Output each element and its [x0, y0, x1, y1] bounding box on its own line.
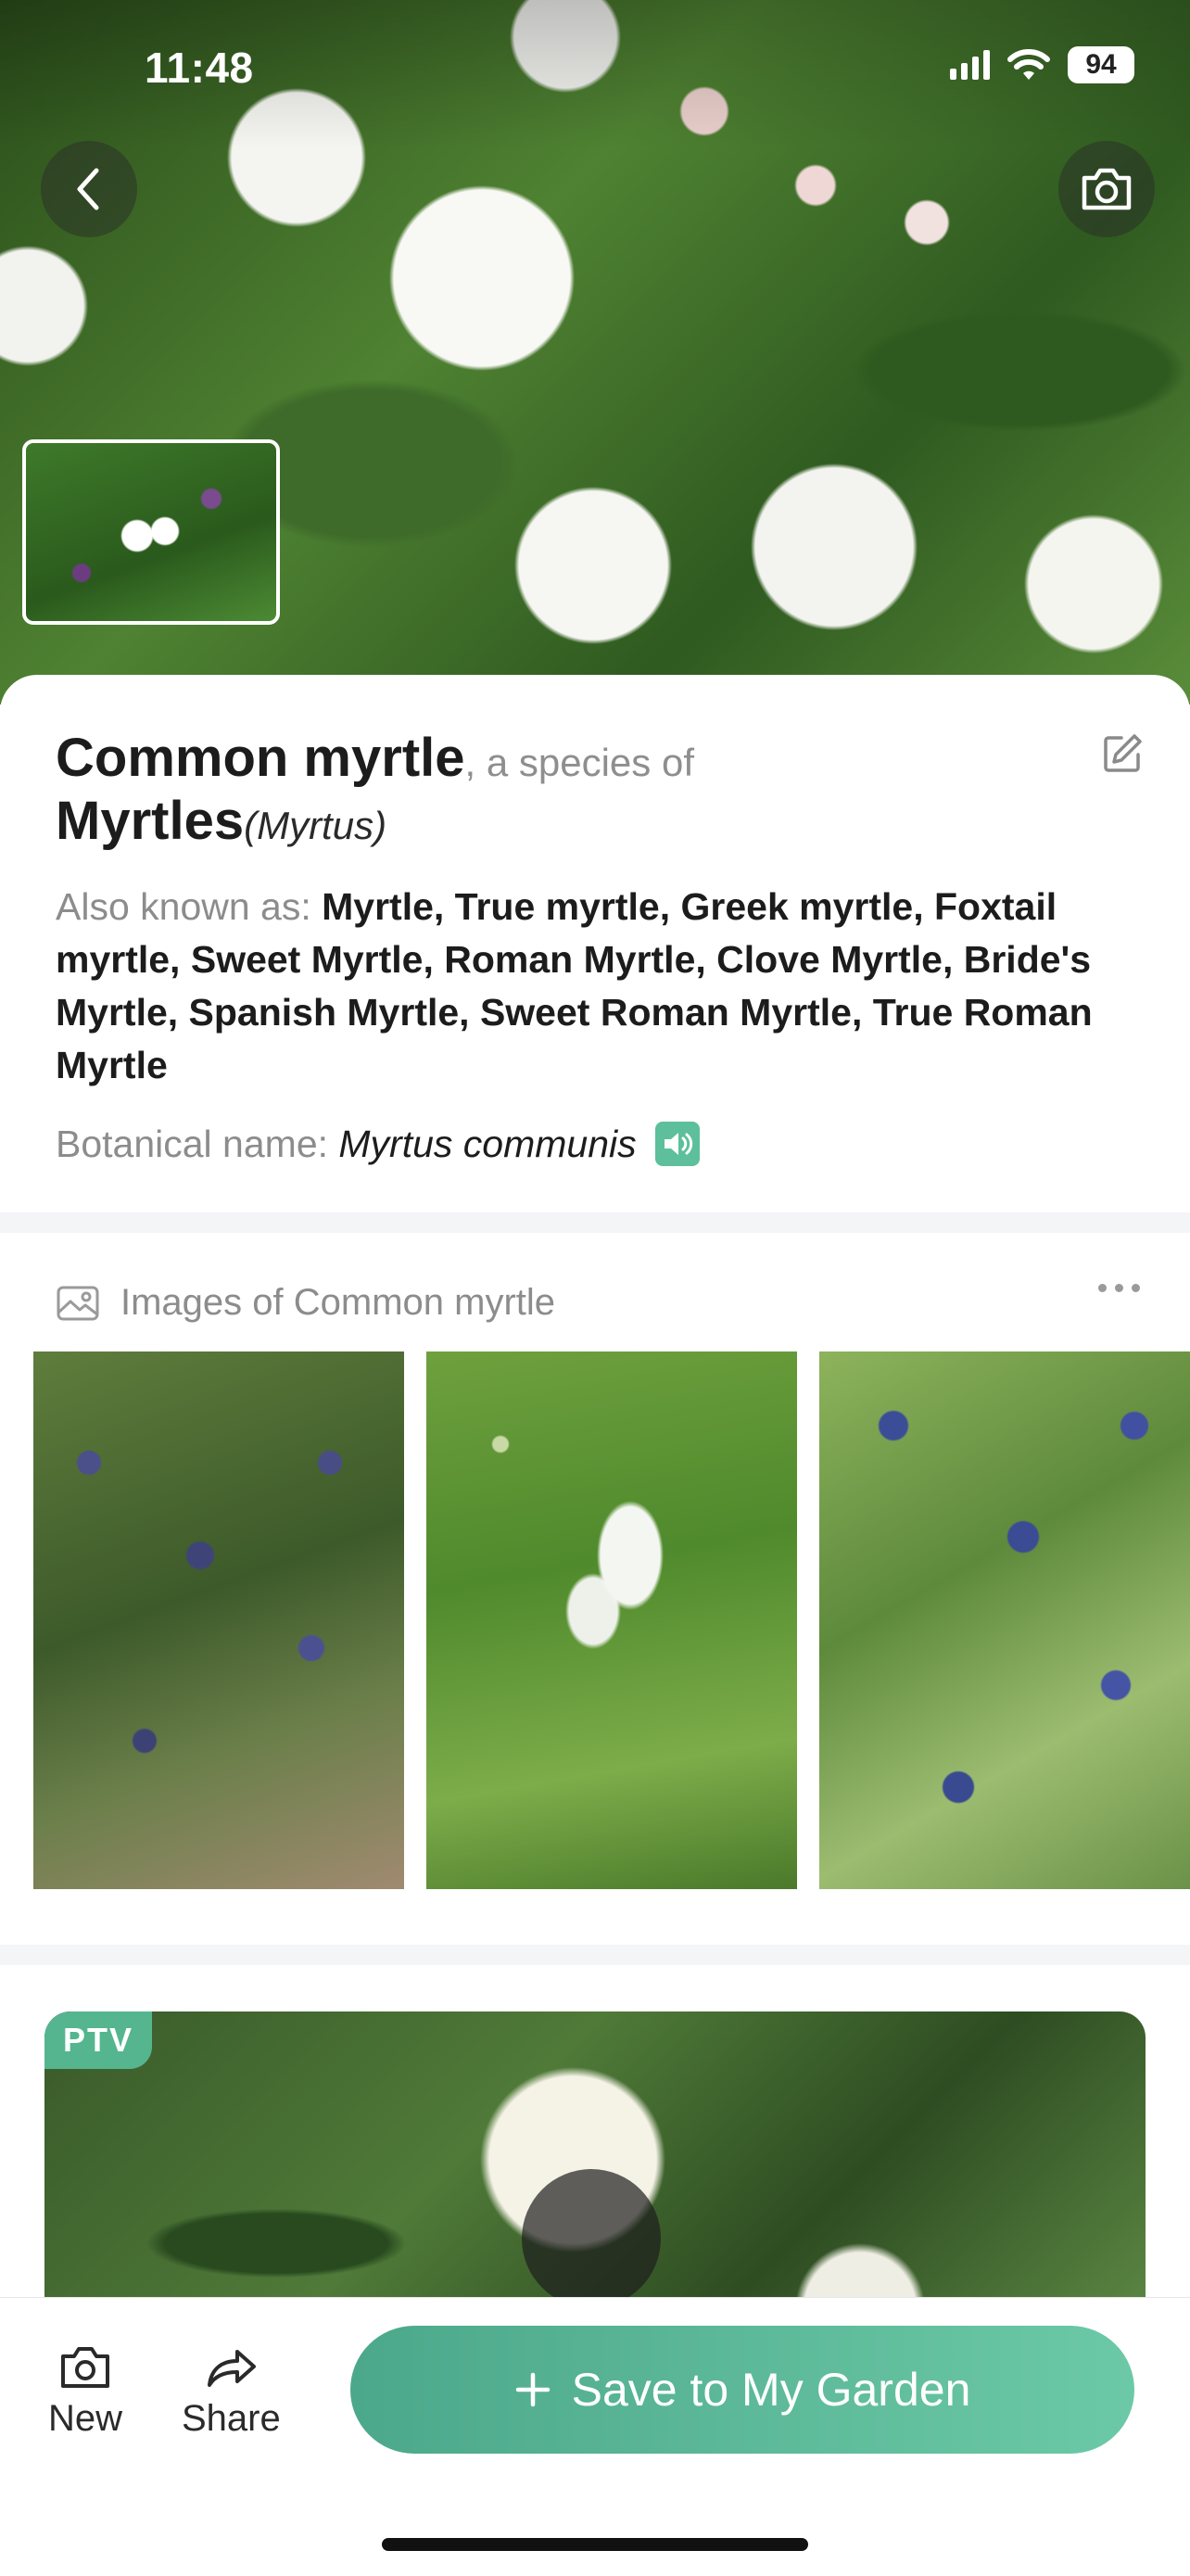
camera-icon [61, 2347, 110, 2388]
battery-indicator: 94 [1068, 46, 1134, 83]
section-divider [0, 1212, 1190, 1233]
plant-title: Common myrtle, a species of [56, 727, 1057, 789]
gallery-image[interactable] [426, 1351, 797, 1889]
play-button[interactable] [522, 2169, 661, 2308]
botanical-label: Botanical name: [56, 1122, 339, 1165]
also-known-as: Also known as: Myrtle, True myrtle, Gree… [56, 881, 1140, 1092]
share-button[interactable]: Share [182, 2344, 281, 2440]
bottom-action-bar: New Share Save to My Garden [0, 2297, 1190, 2576]
speaker-icon [664, 1133, 692, 1155]
also-known-label: Also known as: [56, 885, 323, 928]
ptv-badge: PTV [44, 2011, 153, 2069]
species-of-text: , a species of [464, 741, 694, 784]
images-section-header: Images of Common myrtle [56, 1282, 555, 1324]
save-to-garden-button[interactable]: Save to My Garden [350, 2326, 1134, 2454]
camera-icon [1082, 168, 1132, 210]
genus-latin-name: (Myrtus) [244, 804, 387, 847]
botanical-name: Myrtus communis [338, 1122, 637, 1165]
image-gallery-icon [57, 1286, 99, 1320]
image-gallery [33, 1351, 1190, 1889]
gallery-image[interactable] [33, 1351, 404, 1889]
home-indicator[interactable] [382, 2538, 808, 2551]
save-to-garden-label: Save to My Garden [571, 2364, 971, 2416]
botanical-name-row: Botanical name: Myrtus communis [56, 1122, 700, 1166]
new-button[interactable]: New [48, 2344, 122, 2440]
edit-button[interactable] [1101, 732, 1144, 780]
more-dots-icon[interactable] [1098, 1284, 1140, 1292]
chevron-left-icon [77, 168, 99, 210]
common-name: Common myrtle [56, 728, 465, 788]
images-section-title: Images of Common myrtle [120, 1282, 556, 1323]
genus-line: Myrtles(Myrtus) [56, 790, 386, 852]
status-icons: 94 [950, 46, 1134, 83]
hero-thumbnail[interactable] [22, 439, 280, 625]
new-label: New [48, 2398, 123, 2439]
plant-info-card: Common myrtle, a species of Myrtles(Myrt… [0, 675, 1190, 1212]
plus-icon [515, 2372, 550, 2407]
status-time: 11:48 [145, 44, 254, 92]
cellular-signal-icon [950, 50, 990, 80]
edit-icon [1104, 734, 1142, 772]
camera-button[interactable] [1058, 141, 1155, 237]
back-button[interactable] [41, 141, 137, 237]
section-divider [0, 1945, 1190, 1965]
video-card[interactable]: PTV [44, 2011, 1146, 2308]
share-arrow-icon [208, 2350, 257, 2387]
share-label: Share [182, 2398, 281, 2439]
gallery-image[interactable] [819, 1351, 1190, 1889]
wifi-icon [1007, 49, 1050, 80]
genus-common-name[interactable]: Myrtles [56, 791, 244, 851]
pronunciation-button[interactable] [654, 1122, 700, 1166]
